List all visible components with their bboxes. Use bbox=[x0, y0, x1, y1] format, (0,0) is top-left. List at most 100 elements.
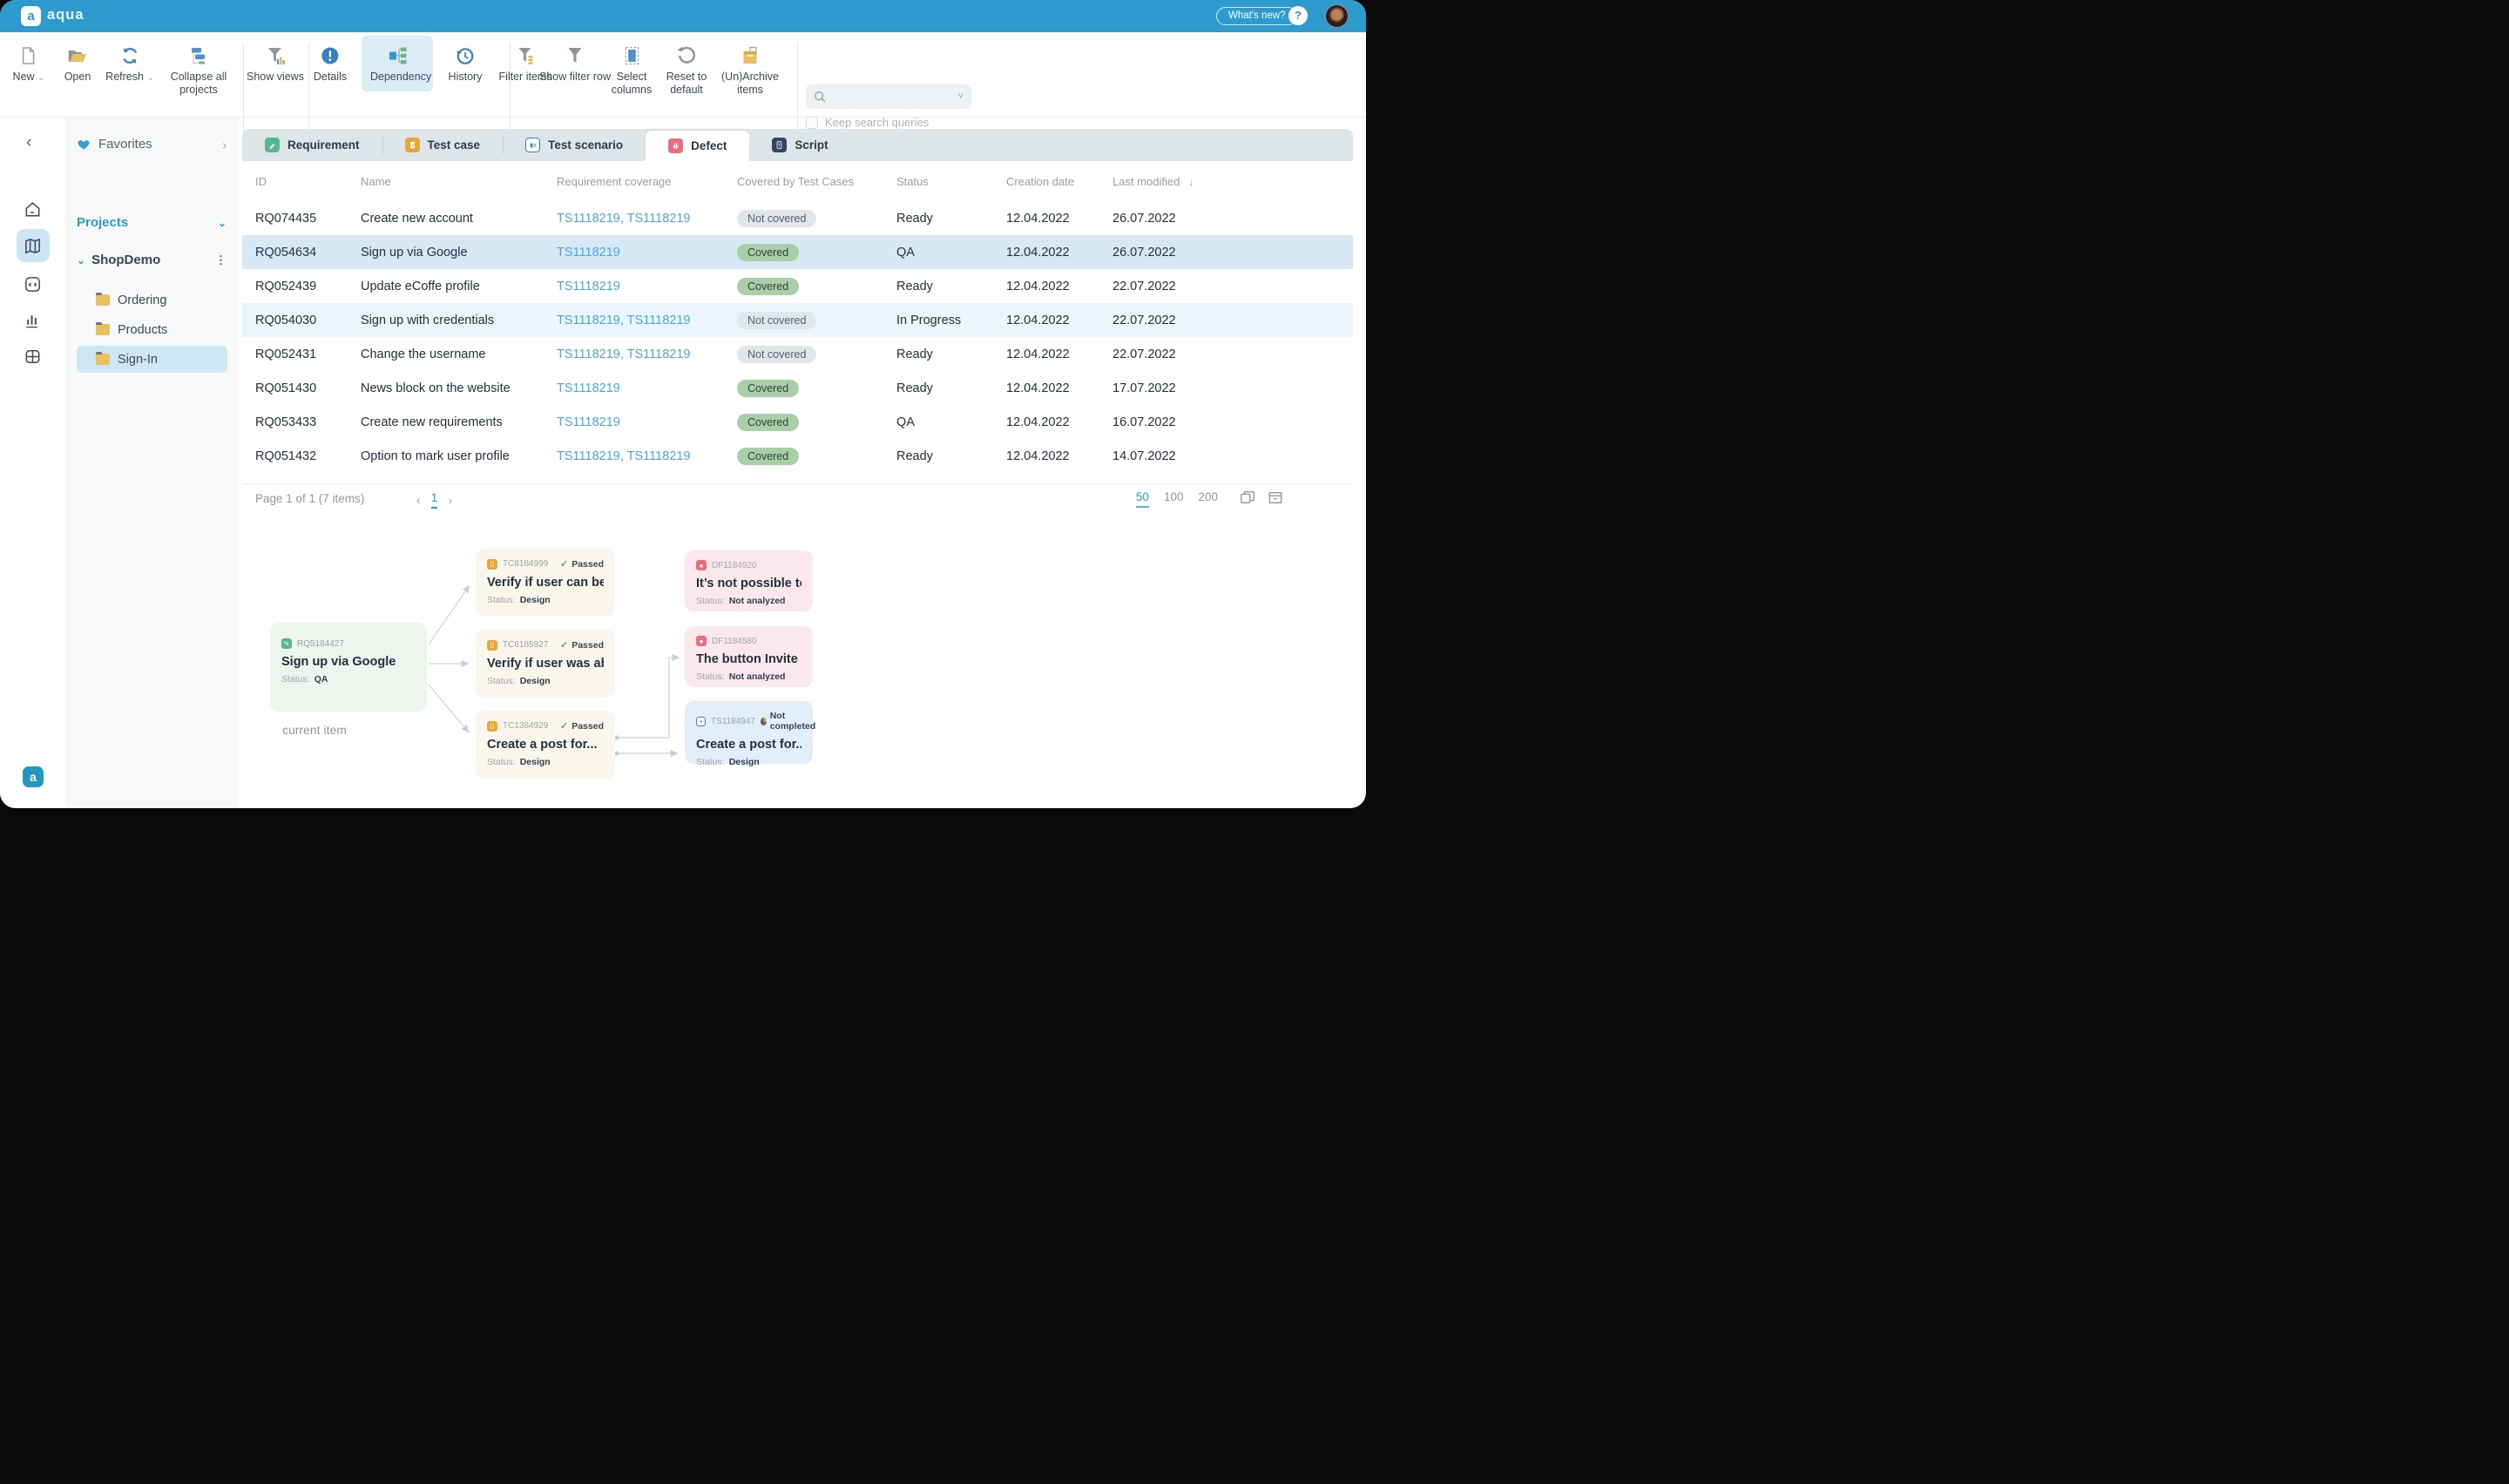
graph-node-test-case[interactable]: ▯ TC6185927 ✓Passed Verify if user was a… bbox=[476, 630, 615, 698]
search-box[interactable]: ˅ bbox=[806, 84, 971, 109]
node-id: TC8184999 bbox=[503, 559, 548, 569]
top-bar: a aqua What's new? ? bbox=[0, 0, 1366, 32]
folder-label: Sign-In bbox=[118, 353, 158, 367]
col-status[interactable]: Status bbox=[896, 175, 1006, 188]
scripts-icon[interactable] bbox=[17, 267, 50, 300]
dashboard-grid-icon[interactable] bbox=[17, 340, 50, 373]
grid-actions bbox=[1240, 490, 1283, 505]
defect-icon bbox=[668, 138, 683, 153]
row-id: RQ051432 bbox=[255, 449, 361, 463]
search-input[interactable] bbox=[833, 91, 958, 104]
test-scenario-icon: ▪ bbox=[696, 717, 706, 726]
refresh-button[interactable]: Refresh ⌄ bbox=[105, 42, 154, 84]
row-id: RQ053433 bbox=[255, 415, 361, 429]
collapse-sidebar-icon[interactable]: ‹ bbox=[26, 133, 31, 152]
node-id: TC6185927 bbox=[503, 640, 548, 650]
next-page-icon[interactable]: › bbox=[448, 493, 452, 507]
table-row[interactable]: RQ052439Update eCoffe profileTS1118219Co… bbox=[242, 269, 1353, 303]
col-covered-by-test-cases[interactable]: Covered by Test Cases bbox=[737, 175, 896, 188]
chevron-down-icon[interactable]: ⌄ bbox=[77, 254, 85, 266]
coverage-links[interactable]: TS1118219, TS1118219 bbox=[557, 347, 737, 361]
page-size-50[interactable]: 50 bbox=[1136, 490, 1149, 508]
table-row-selected[interactable]: RQ054634Sign up via GoogleTS1118219Cover… bbox=[242, 235, 1353, 269]
page-size-200[interactable]: 200 bbox=[1198, 490, 1218, 508]
table-row[interactable]: RQ053433Create new requirementsTS1118219… bbox=[242, 405, 1353, 439]
requirement-icon: ✎ bbox=[281, 638, 292, 649]
script-icon bbox=[772, 138, 787, 152]
graph-node-test-scenario[interactable]: ▪ TS1184947 Not completed Create a post … bbox=[685, 701, 813, 764]
prev-page-icon[interactable]: ‹ bbox=[416, 493, 421, 507]
test-case-icon: ▯ bbox=[487, 559, 497, 570]
reset-to-default-button[interactable]: Reset to default bbox=[651, 42, 722, 98]
keep-search-queries[interactable]: Keep search queries bbox=[806, 116, 929, 129]
tab-requirement[interactable]: Requirement bbox=[242, 129, 382, 161]
details-button[interactable]: Details bbox=[314, 42, 347, 84]
graph-node-defect[interactable]: ● DF1184580 The button Invite is... Stat… bbox=[685, 626, 813, 687]
table-row[interactable]: RQ051430News block on the websiteTS11182… bbox=[242, 371, 1353, 405]
graph-node-test-case[interactable]: ▯ TC8184999 ✓Passed Verify if user can b… bbox=[476, 549, 615, 617]
keep-search-checkbox[interactable] bbox=[806, 117, 818, 129]
sort-desc-icon[interactable]: ↓ bbox=[1188, 176, 1194, 188]
table-row[interactable]: RQ051432Option to mark user profileTS111… bbox=[242, 439, 1353, 473]
collapse-all-projects-button[interactable]: Collapse all projects bbox=[163, 42, 234, 98]
row-name: Option to mark user profile bbox=[361, 449, 557, 463]
new-button[interactable]: New ⌄ bbox=[13, 42, 45, 84]
help-icon[interactable]: ? bbox=[1288, 6, 1308, 25]
chevron-right-icon[interactable]: › bbox=[222, 138, 227, 152]
projects-header[interactable]: Projects ⌄ bbox=[77, 215, 227, 230]
history-button[interactable]: History bbox=[449, 42, 483, 84]
coverage-links[interactable]: TS1118219, TS1118219 bbox=[557, 212, 737, 226]
covered-badge: Not covered bbox=[737, 312, 816, 329]
coverage-links[interactable]: TS1118219, TS1118219 bbox=[557, 449, 737, 463]
col-creation-date[interactable]: Creation date bbox=[1006, 175, 1112, 188]
home-icon[interactable] bbox=[17, 192, 50, 226]
favorites-header[interactable]: Favorites › bbox=[77, 137, 227, 152]
row-name: Sign up with credentials bbox=[361, 314, 557, 327]
check-icon: ✓ bbox=[560, 720, 568, 732]
graph-node-test-case[interactable]: ▯ TC1384929 ✓Passed Create a post for...… bbox=[476, 711, 615, 779]
chevron-down-icon[interactable]: ⌄ bbox=[218, 217, 227, 229]
col-requirement-coverage[interactable]: Requirement coverage bbox=[557, 175, 737, 188]
reports-chart-icon[interactable] bbox=[17, 302, 50, 335]
chevron-down-icon[interactable]: ˅ bbox=[958, 91, 964, 102]
graph-node-requirement[interactable]: ✎ RQ5184427 Sign up via Google Status:QA bbox=[270, 623, 427, 712]
table-row[interactable]: RQ054030Sign up with credentialsTS111821… bbox=[242, 303, 1353, 337]
aqua-logo-icon[interactable]: a bbox=[21, 6, 41, 26]
tab-script[interactable]: Script bbox=[749, 129, 850, 161]
whats-new-button[interactable]: What's new? bbox=[1216, 7, 1297, 25]
coverage-links[interactable]: TS1118219, TS1118219 bbox=[557, 314, 737, 327]
copy-icon[interactable] bbox=[1240, 490, 1255, 505]
table-row[interactable]: RQ074435Create new accountTS1118219, TS1… bbox=[242, 201, 1353, 235]
user-avatar[interactable] bbox=[1325, 4, 1349, 28]
projects-map-icon[interactable] bbox=[17, 229, 50, 262]
page-size-100[interactable]: 100 bbox=[1164, 490, 1184, 508]
tab-test-scenario[interactable]: Test scenario bbox=[503, 129, 646, 161]
coverage-links[interactable]: TS1118219 bbox=[557, 415, 737, 429]
tab-test-case[interactable]: Test case bbox=[382, 129, 504, 161]
col-last-modified[interactable]: Last modified↓ bbox=[1112, 175, 1353, 188]
folder-sign-in[interactable]: Sign-In bbox=[77, 346, 227, 373]
project-shopdemo[interactable]: ⌄ ShopDemo ⋮ bbox=[77, 253, 227, 267]
node-id: RQ5184427 bbox=[297, 639, 344, 649]
col-id[interactable]: ID bbox=[255, 175, 361, 188]
table-row[interactable]: RQ052431Change the usernameTS1118219, TS… bbox=[242, 337, 1353, 371]
unarchive-items-button[interactable]: (Un)Archive items bbox=[714, 42, 786, 98]
coverage-links[interactable]: TS1118219 bbox=[557, 246, 737, 260]
tab-label: Test scenario bbox=[548, 138, 623, 152]
node-status: Not analyzed bbox=[729, 596, 786, 606]
coverage-links[interactable]: TS1118219 bbox=[557, 280, 737, 293]
col-name[interactable]: Name bbox=[361, 175, 557, 188]
show-views-button[interactable]: Show views bbox=[247, 42, 304, 84]
row-created: 12.04.2022 bbox=[1006, 314, 1112, 327]
coverage-links[interactable]: TS1118219 bbox=[557, 381, 737, 395]
open-button[interactable]: Open bbox=[64, 42, 91, 84]
current-page[interactable]: 1 bbox=[431, 490, 438, 509]
folder-products[interactable]: Products bbox=[77, 316, 227, 343]
folder-ordering[interactable]: Ordering bbox=[77, 287, 227, 314]
tab-defect[interactable]: Defect bbox=[646, 131, 749, 161]
archive-icon[interactable] bbox=[1268, 490, 1283, 505]
dependency-button[interactable]: Dependency bbox=[362, 36, 433, 91]
new-document-icon bbox=[13, 42, 45, 66]
kebab-menu-icon[interactable]: ⋮ bbox=[215, 253, 227, 267]
graph-node-defect[interactable]: ● DF1184920 It’s not possible to... Stat… bbox=[685, 550, 813, 611]
